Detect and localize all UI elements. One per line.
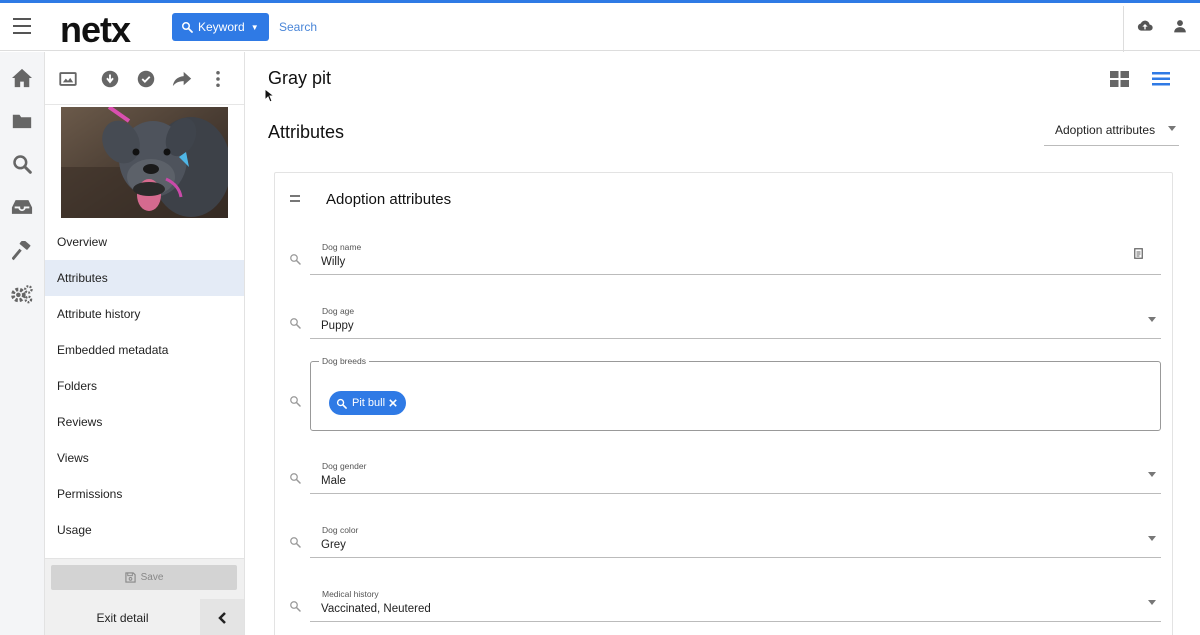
keyword-label: Keyword <box>198 20 245 34</box>
dog-color-label: Dog color <box>322 525 359 535</box>
search-icon[interactable] <box>10 152 34 176</box>
nav-item-embedded-metadata[interactable]: Embedded metadata <box>45 332 244 368</box>
dog-age-select[interactable]: Dog age Puppy <box>310 299 1161 339</box>
exit-detail-button[interactable]: Exit detail <box>45 599 200 635</box>
card-title: Adoption attributes <box>326 191 452 208</box>
dog-age-label: Dog age <box>322 306 355 316</box>
chevron-left-icon <box>218 611 226 624</box>
dog-name-label: Dog name <box>322 242 362 252</box>
attribute-set-select[interactable]: Adoption attributes <box>1044 116 1179 146</box>
medical-history-value: Vaccinated, Neutered <box>321 603 431 615</box>
drag-handle-icon[interactable] <box>290 195 300 205</box>
dog-breeds-label: Dog breeds <box>319 356 369 366</box>
menu-icon[interactable] <box>13 18 31 34</box>
header-divider <box>1123 6 1124 54</box>
nav-item-attributes[interactable]: Attributes <box>45 260 244 296</box>
image-icon[interactable] <box>58 69 78 89</box>
caret-down-icon <box>1148 472 1156 477</box>
collapse-panel-button[interactable] <box>200 599 244 635</box>
hammer-icon[interactable] <box>10 239 34 263</box>
save-label: Save <box>140 572 164 583</box>
cloud-upload-icon[interactable] <box>1137 19 1153 38</box>
asset-title: Gray pit <box>268 68 332 88</box>
home-icon[interactable] <box>10 66 34 90</box>
attribute-set-value: Adoption attributes <box>1055 123 1156 137</box>
app-logo: netx <box>60 9 131 50</box>
panel-footer: Save Exit detail <box>45 558 244 635</box>
asset-toolbar <box>45 52 244 105</box>
main-content: Gray pit Attributes Adoption attributes … <box>245 52 1200 635</box>
more-vert-icon[interactable] <box>208 69 228 89</box>
left-rail <box>0 52 45 635</box>
save-icon <box>124 572 136 583</box>
document-icon[interactable] <box>1134 248 1143 259</box>
close-icon[interactable] <box>389 399 397 407</box>
medical-history-label: Medical history <box>322 589 379 599</box>
keyword-search-type-button[interactable]: Keyword ▼ <box>172 13 269 41</box>
dog-color-select[interactable]: Dog color Grey <box>310 518 1161 558</box>
dog-gender-select[interactable]: Dog gender Male <box>310 454 1161 494</box>
dog-breeds-field[interactable]: Dog breeds Pit bull <box>310 356 1161 431</box>
caret-down-icon <box>1148 317 1156 322</box>
nav-item-folders[interactable]: Folders <box>45 368 244 404</box>
search-icon <box>182 22 193 33</box>
download-icon[interactable] <box>100 69 120 89</box>
search-input[interactable] <box>279 15 579 39</box>
dog-gender-value: Male <box>321 475 346 487</box>
dog-name-value: Willy <box>321 256 346 268</box>
breed-chip[interactable]: Pit bull <box>329 391 407 415</box>
check-circle-icon[interactable] <box>136 69 156 89</box>
detail-nav: Overview Attributes Attribute history Em… <box>45 224 244 548</box>
grid-view-icon[interactable] <box>1110 71 1129 92</box>
dog-color-value: Grey <box>321 539 346 551</box>
search-icon[interactable] <box>289 395 301 407</box>
caret-down-icon <box>1148 600 1156 605</box>
search-icon[interactable] <box>289 253 301 265</box>
app-header: netx Keyword ▼ <box>0 3 1200 54</box>
share-icon[interactable] <box>172 69 192 89</box>
caret-down-icon <box>1168 126 1176 131</box>
dog-name-field[interactable]: Dog name Willy <box>310 235 1161 275</box>
dog-age-value: Puppy <box>321 320 354 332</box>
save-button[interactable]: Save <box>51 565 237 590</box>
nav-item-attribute-history[interactable]: Attribute history <box>45 296 244 332</box>
section-title: Attributes <box>268 122 345 142</box>
search-icon[interactable] <box>289 472 301 484</box>
nav-item-permissions[interactable]: Permissions <box>45 476 244 512</box>
list-view-icon[interactable] <box>1152 72 1170 91</box>
dog-gender-label: Dog gender <box>322 461 367 471</box>
medical-history-select[interactable]: Medical history Vaccinated, Neutered <box>310 582 1161 622</box>
search-icon[interactable] <box>289 536 301 548</box>
search-icon[interactable] <box>289 600 301 612</box>
inbox-icon[interactable] <box>10 195 34 219</box>
nav-item-views[interactable]: Views <box>45 440 244 476</box>
nav-item-reviews[interactable]: Reviews <box>45 404 244 440</box>
attribute-set-card: Adoption attributes Dog name Willy Dog a… <box>274 172 1173 635</box>
mouse-cursor-icon <box>264 88 274 103</box>
caret-down-icon <box>1148 536 1156 541</box>
search-icon[interactable] <box>289 317 301 329</box>
asset-thumbnail[interactable] <box>61 107 228 218</box>
breed-chip-label: Pit bull <box>352 397 386 409</box>
asset-detail-panel: Overview Attributes Attribute history Em… <box>45 52 245 635</box>
user-icon[interactable] <box>1173 19 1187 38</box>
nav-item-overview[interactable]: Overview <box>45 224 244 260</box>
settings-icon[interactable] <box>10 282 34 306</box>
folder-icon[interactable] <box>10 109 34 133</box>
nav-item-usage[interactable]: Usage <box>45 512 244 548</box>
search-icon <box>336 398 347 409</box>
caret-down-icon: ▼ <box>250 22 259 32</box>
